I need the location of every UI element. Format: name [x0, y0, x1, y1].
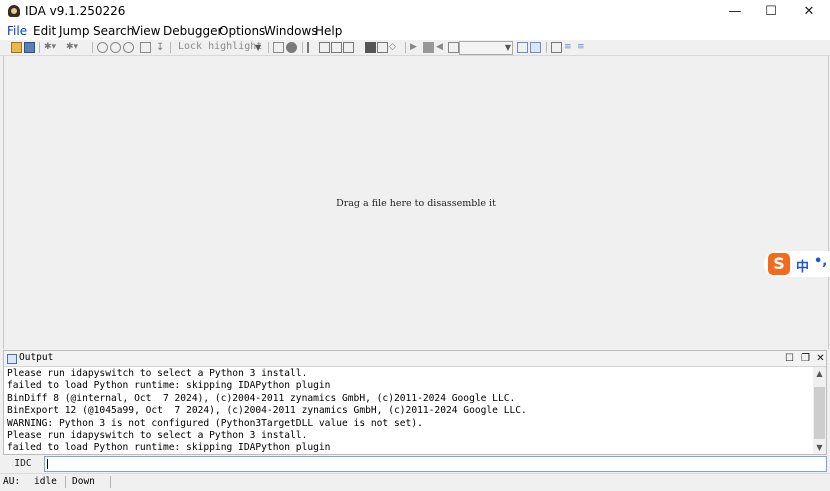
status-divider	[110, 476, 111, 488]
ime-mode-label[interactable]: 中	[796, 256, 809, 275]
calc-icon[interactable]	[273, 42, 284, 53]
pause-icon[interactable]	[423, 42, 434, 53]
menu-search[interactable]: Search	[92, 24, 135, 39]
disassembly-workspace[interactable]: Drag a file here to disassemble it	[3, 56, 829, 349]
menu-bar: File Edit Jump Search View Debugger Opti…	[0, 23, 830, 40]
maximize-button[interactable]: ☐	[752, 0, 790, 23]
menu-debugger[interactable]: Debugger	[162, 24, 223, 39]
au-label: AU:	[3, 476, 21, 487]
panel-maximize-icon[interactable]: ☐	[784, 351, 795, 366]
panel-float-icon[interactable]: ❐	[800, 351, 811, 366]
menu-edit[interactable]: Edit	[32, 24, 57, 39]
lock-highlight-label: Lock highlight	[178, 41, 263, 52]
debugger-select[interactable]: ▼	[459, 41, 513, 55]
title-bar: IDA v9.1.250226 — ☐ ✕	[0, 0, 830, 23]
output-panel: Output ☐ ❐ ✕ Please run idapyswitch to s…	[3, 350, 827, 455]
lock-highlight-dropdown-icon[interactable]: ▼	[255, 42, 266, 53]
log-line: BinExport 12 (@1045a99, Oct 7 2024), (c)…	[7, 405, 527, 417]
toolbar: ✱▾ ✱▾ ↧ Lock highlight ▼ ◇ ▶ ◀ ▼ ≡ ≡	[0, 40, 830, 56]
log-line: WARNING: Python 3 is not configured (Pyt…	[7, 417, 423, 429]
stop-icon[interactable]	[448, 42, 459, 53]
breakpoint-icon[interactable]	[530, 42, 541, 53]
toolbar-separator	[268, 42, 269, 53]
menu-windows[interactable]: Windows	[263, 24, 319, 39]
idc-command-input[interactable]	[44, 456, 827, 472]
code-icon[interactable]	[307, 42, 318, 53]
command-line: IDC	[3, 456, 827, 472]
toolbar-separator	[170, 42, 171, 53]
log-line: failed to load Python runtime: skipping …	[7, 380, 331, 392]
status-divider	[65, 476, 66, 488]
toolbar-separator	[92, 42, 93, 53]
toolbar-separator	[302, 42, 303, 53]
open-icon[interactable]	[11, 42, 22, 53]
menu-file[interactable]: File	[6, 24, 28, 39]
data-icon[interactable]	[319, 42, 330, 53]
close-button[interactable]: ✕	[790, 0, 828, 23]
minimize-button[interactable]: —	[716, 0, 754, 23]
help-icon[interactable]	[286, 42, 297, 53]
status-bar: AU: idle Down	[0, 473, 830, 491]
toolbar-separator	[546, 42, 547, 53]
output-window-icon	[7, 354, 17, 364]
forward-icon[interactable]: ✱▾	[66, 42, 78, 53]
run-icon[interactable]: ▶	[410, 42, 421, 53]
ime-toolbar[interactable]: S 中 •,	[764, 251, 830, 277]
menu-options[interactable]: Options	[218, 24, 266, 39]
text-view-icon[interactable]	[110, 42, 121, 53]
hex-view-icon[interactable]	[123, 42, 134, 53]
sogou-logo-icon: S	[768, 253, 790, 275]
rename-icon[interactable]	[377, 42, 388, 53]
scroll-down-icon[interactable]: ▼	[813, 441, 826, 454]
toolbar-separator	[39, 42, 40, 53]
log-line: failed to load Python runtime: skipping …	[7, 442, 331, 454]
toolbar-separator	[405, 42, 406, 53]
string-icon[interactable]	[331, 42, 342, 53]
back-icon[interactable]: ✱▾	[44, 42, 56, 53]
log-line: Please run idapyswitch to select a Pytho…	[7, 430, 308, 442]
menu-view[interactable]: View	[131, 24, 161, 39]
au-state: idle	[34, 476, 57, 487]
array-icon[interactable]	[343, 42, 354, 53]
list-icon[interactable]: ≡	[577, 42, 588, 53]
idc-language-button[interactable]: IDC	[5, 457, 41, 471]
graph-icon[interactable]	[97, 42, 108, 53]
menu-help[interactable]: Help	[314, 24, 343, 39]
output-title: Output	[19, 352, 54, 363]
output-header: Output ☐ ❐ ✕	[4, 351, 826, 367]
detach-icon[interactable]: ≡	[564, 42, 575, 53]
attach-icon[interactable]	[551, 42, 562, 53]
drag-drop-hint: Drag a file here to disassemble it	[336, 198, 496, 209]
scroll-thumb[interactable]	[814, 387, 825, 439]
struct-icon[interactable]	[140, 42, 151, 53]
undefine-icon[interactable]	[365, 42, 376, 53]
search-direction: Down	[72, 476, 95, 487]
ime-punctuation-label[interactable]: •,	[814, 254, 827, 269]
output-scrollbar[interactable]: ▲ ▼	[813, 367, 826, 454]
comment-icon[interactable]: ◇	[389, 42, 400, 53]
log-line: Please run idapyswitch to select a Pytho…	[7, 368, 308, 379]
jump-icon[interactable]: ↧	[156, 42, 167, 53]
trace-icon[interactable]	[517, 42, 528, 53]
output-log[interactable]: Please run idapyswitch to select a Pytho…	[7, 368, 812, 455]
step-icon[interactable]: ◀	[436, 42, 447, 53]
scroll-up-icon[interactable]: ▲	[813, 367, 826, 380]
chevron-down-icon: ▼	[504, 43, 511, 52]
menu-jump[interactable]: Jump	[58, 24, 90, 39]
ida-logo-icon	[8, 5, 20, 17]
log-line: BinDiff 8 (@internal, Oct 7 2024), (c)20…	[7, 392, 516, 404]
panel-close-icon[interactable]: ✕	[815, 351, 826, 366]
save-icon[interactable]	[24, 42, 35, 53]
text-cursor	[47, 459, 48, 469]
window-title: IDA v9.1.250226	[25, 4, 126, 18]
